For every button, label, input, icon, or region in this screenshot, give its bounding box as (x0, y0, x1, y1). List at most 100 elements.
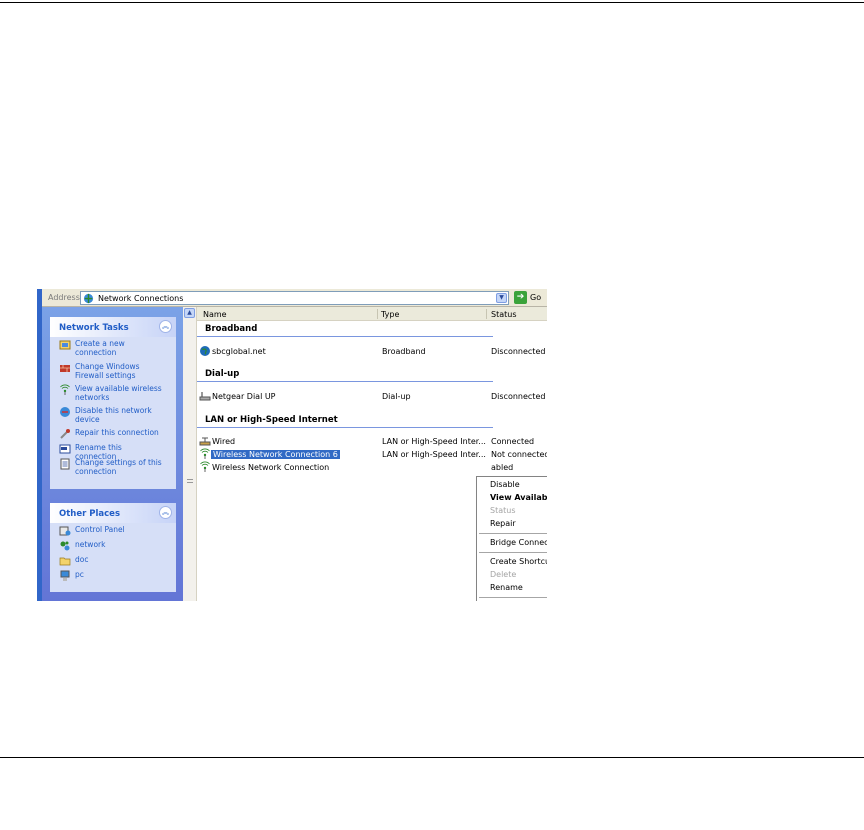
group-divider (197, 381, 493, 382)
task-link-label: Control Panel (75, 525, 125, 534)
computer-icon (59, 570, 71, 582)
address-dropdown-button[interactable]: ▼ (496, 293, 507, 303)
task-link-label: Change Windows Firewall settings (75, 362, 140, 380)
group-divider (197, 336, 493, 337)
connection-name: Netgear Dial UP (212, 392, 276, 401)
scroll-grip[interactable] (187, 479, 193, 483)
control-panel-icon (59, 525, 71, 537)
connection-status: Connected (491, 437, 535, 446)
column-header-name[interactable]: Name (203, 310, 227, 319)
new-connection-icon (59, 339, 71, 351)
go-arrow-icon[interactable]: ➔ (514, 291, 527, 304)
settings-icon (59, 458, 71, 470)
menu-separator (479, 552, 547, 553)
menu-item-create-shortcut[interactable]: Create Shortcut (478, 556, 547, 568)
task-link-label: doc (75, 555, 89, 564)
task-link-repair[interactable]: Repair this connection (50, 428, 176, 440)
context-menu: DisableView Available Wireless Networks S… (476, 476, 547, 601)
connection-name: Wired (212, 437, 236, 446)
connection-row[interactable]: Wired LAN or High-Speed Inter... Connected (199, 435, 547, 447)
connection-name: Wireless Network Connection 6 (211, 450, 340, 459)
task-link-label: Change settings of this connection (75, 458, 162, 476)
network-icon (59, 540, 71, 552)
column-divider[interactable] (486, 309, 487, 319)
task-link-label: Create a new connection (75, 339, 125, 357)
column-divider[interactable] (377, 309, 378, 319)
wireless-icon (199, 461, 211, 473)
rename-icon (59, 443, 71, 455)
address-input[interactable]: Network Connections ▼ (80, 291, 509, 305)
network-connections-icon (83, 293, 94, 304)
collapse-icon[interactable]: ︽ (159, 506, 172, 519)
connection-name: Wireless Network Connection (212, 463, 330, 472)
lan-icon (199, 435, 211, 447)
menu-item-rename[interactable]: Rename (478, 582, 547, 594)
connection-row[interactable]: Wireless Network Connection abled (199, 461, 547, 473)
go-button-label[interactable]: Go (530, 293, 541, 302)
dialup-icon (199, 390, 211, 402)
connection-status: Disconnected (491, 392, 546, 401)
group-divider (197, 427, 493, 428)
column-header-type[interactable]: Type (381, 310, 399, 319)
column-header-status[interactable]: Status (491, 310, 517, 319)
wireless-icon (199, 448, 211, 460)
address-label: Address (48, 293, 80, 302)
task-link-folder[interactable]: doc (50, 555, 176, 567)
wireless-icon (59, 384, 71, 396)
top-rule (0, 2, 864, 3)
connection-row[interactable]: Wireless Network Connection 6 LAN or High… (199, 448, 547, 460)
task-link-computer[interactable]: pc (50, 570, 176, 582)
menu-item-bridge-connections[interactable]: Bridge Connections (478, 537, 547, 549)
group-header: Dial-up (205, 369, 240, 379)
task-link-disable-device[interactable]: Disable this network device (50, 406, 176, 424)
task-link-network[interactable]: network (50, 540, 176, 552)
connection-type: LAN or High-Speed Inter... (382, 450, 486, 459)
network-tasks-title: Network Tasks (59, 323, 129, 333)
firewall-icon (59, 362, 71, 374)
menu-item-view-available-wireless-networks[interactable]: View Available Wireless Networks (478, 492, 547, 504)
network-tasks-header[interactable]: Network Tasks ︽ (50, 317, 176, 337)
collapse-icon[interactable]: ︽ (159, 320, 172, 333)
task-link-wireless[interactable]: View available wireless networks (50, 384, 176, 402)
folder-icon (59, 555, 71, 567)
connection-status: Not connected (491, 450, 547, 459)
repair-icon (59, 428, 71, 440)
vertical-scrollbar[interactable]: ▲ (183, 307, 197, 601)
task-link-label: Disable this network device (75, 406, 152, 424)
connection-row[interactable]: sbcglobal.net Broadband Disconnected (199, 345, 547, 357)
menu-separator (479, 533, 547, 534)
group-header: LAN or High-Speed Internet (205, 415, 338, 425)
menu-item-disable[interactable]: Disable (478, 479, 547, 491)
bottom-rule (0, 757, 864, 758)
connection-status: abled (491, 463, 514, 472)
menu-item-status: Status (490, 506, 516, 515)
connection-type: LAN or High-Speed Inter... (382, 437, 486, 446)
menu-item-repair[interactable]: Repair (478, 518, 547, 530)
menu-item-delete: Delete (490, 570, 517, 579)
connections-list-view: ▲ Name Type Status Broadband sbcglobal.ne… (183, 307, 547, 601)
column-header-row: Name Type Status (197, 307, 547, 321)
task-link-label: View available wireless networks (75, 384, 162, 402)
task-link-firewall[interactable]: Change Windows Firewall settings (50, 362, 176, 380)
group-header: Broadband (205, 324, 258, 334)
menu-separator (479, 597, 547, 598)
network-connections-window: Address Network Connections ▼ ➔ Go Netwo… (37, 289, 547, 601)
task-link-label: Repair this connection (75, 428, 159, 437)
scroll-up-icon[interactable]: ▲ (184, 308, 195, 318)
connection-row[interactable]: Netgear Dial UP Dial-up Disconnected (199, 390, 547, 402)
globe-icon (199, 345, 211, 357)
network-tasks-panel: Network Tasks ︽ Create a new connection C… (50, 317, 176, 489)
connection-status: Disconnected (491, 347, 546, 356)
other-places-header[interactable]: Other Places ︽ (50, 503, 176, 523)
task-link-control-panel[interactable]: Control Panel (50, 525, 176, 537)
address-value: Network Connections (98, 294, 184, 303)
task-link-new-connection[interactable]: Create a new connection (50, 339, 176, 357)
task-link-label: pc (75, 570, 84, 579)
connection-type: Dial-up (382, 392, 411, 401)
address-bar: Address Network Connections ▼ ➔ Go (37, 289, 547, 307)
connection-type: Broadband (382, 347, 426, 356)
disable-device-icon (59, 406, 71, 418)
task-pane: Network Tasks ︽ Create a new connection C… (42, 307, 183, 601)
task-link-settings[interactable]: Change settings of this connection (50, 458, 176, 476)
other-places-panel: Other Places ︽ Control Panel network doc pc (50, 503, 176, 592)
